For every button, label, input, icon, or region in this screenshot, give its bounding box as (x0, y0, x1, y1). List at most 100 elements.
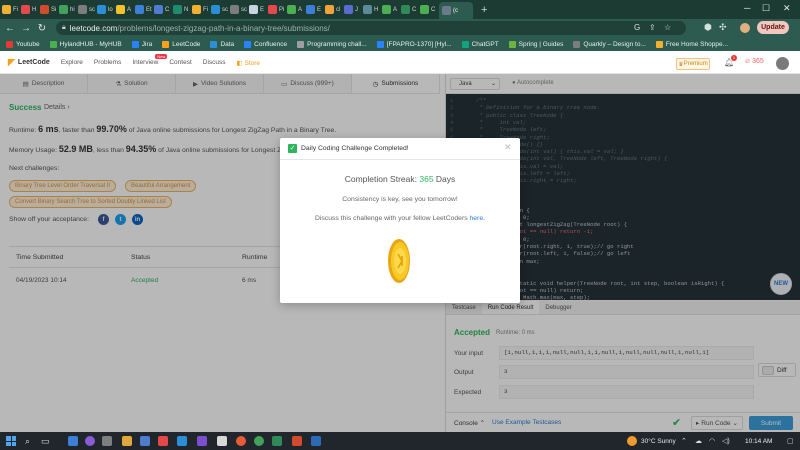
browser-tab[interactable]: C (154, 2, 171, 17)
user-avatar[interactable] (776, 57, 789, 70)
browser-tab[interactable]: C (420, 2, 437, 17)
browser-tab[interactable]: A (116, 2, 133, 17)
task-view-icon[interactable]: ▭ (41, 436, 51, 446)
bookmark-item[interactable]: Quarkly – Design to... (573, 40, 646, 48)
browser-tab[interactable]: A (287, 2, 304, 17)
browser-tab[interactable]: C (401, 2, 418, 17)
bookmark-item[interactable]: [FPAPRO-1370] [Hyl... (376, 40, 452, 48)
back-icon[interactable]: ← (4, 23, 16, 34)
bookmark-item[interactable]: Youtube (6, 40, 40, 48)
tab-favicon-icon (173, 5, 182, 14)
modal-header: ✓ Daily Coding Challenge Completed! ✕ (280, 138, 520, 160)
streak-counter[interactable]: 🔥︎ 365 (745, 58, 764, 66)
teams-app-icon[interactable] (85, 436, 95, 446)
leetcode-logo[interactable]: ◤ LeetCode (8, 57, 50, 68)
reload-icon[interactable]: ↻ (36, 23, 48, 34)
tab-favicon-icon (2, 5, 11, 14)
browser-tab[interactable]: cl (325, 2, 342, 17)
zoom-app-icon[interactable] (68, 436, 78, 446)
browser-tab[interactable]: Fi (192, 2, 209, 17)
google-lens-icon[interactable]: G (634, 23, 640, 32)
browser-tab[interactable]: A (382, 2, 399, 17)
file-explorer-icon[interactable] (122, 436, 132, 446)
tab-favicon-icon (401, 5, 410, 14)
bookmark-favicon-icon (131, 40, 139, 48)
volume-icon[interactable]: ◁) (722, 437, 730, 445)
browser-tab[interactable]: N (173, 2, 190, 17)
browser-tab[interactable]: E (249, 2, 266, 17)
browser-profile-avatar[interactable] (740, 23, 750, 33)
browser-tab[interactable]: E (306, 2, 323, 17)
bookmarks-bar: Youtube HylandHUB - MyHUB Jira LeetCode Data… (0, 37, 800, 51)
windows-start-icon[interactable] (6, 436, 16, 446)
discuss-here-link[interactable]: here (470, 215, 484, 222)
tab-label: Si (51, 6, 57, 13)
bookmark-item[interactable]: Free Home Shoppe... (655, 40, 728, 48)
browser-tab[interactable]: H (21, 2, 38, 17)
app-icon[interactable] (272, 436, 282, 446)
tray-chevron-icon[interactable]: ⌃ (681, 437, 687, 445)
browser-tab[interactable]: sc (78, 2, 95, 17)
app-icon[interactable] (292, 436, 302, 446)
forward-icon[interactable]: → (20, 23, 32, 34)
bookmark-item[interactable]: Data (210, 40, 234, 48)
nav-store[interactable]: ◧ Store (237, 59, 261, 67)
app-icon[interactable] (102, 436, 112, 446)
url-omnibox[interactable]: 🔒︎ leetcode.com/problems/longest-zigzag-… (56, 21, 686, 35)
nav-problems[interactable]: Problems (94, 59, 121, 66)
bookmark-star-icon[interactable]: ☆ (664, 23, 671, 32)
bookmark-favicon-icon (655, 40, 663, 48)
wifi-icon[interactable]: ◠ (709, 437, 715, 445)
puzzle-icon[interactable]: ✣ (719, 22, 727, 33)
browser-tab[interactable]: lo (97, 2, 114, 17)
notification-center-icon[interactable]: ▢ (787, 437, 794, 445)
vscode-icon[interactable] (177, 436, 187, 446)
premium-button[interactable]: ♛ Premium (676, 58, 710, 70)
browser-tab[interactable]: (c (439, 2, 473, 19)
close-icon[interactable]: ✕ (504, 142, 512, 153)
bookmark-item[interactable]: Programming chall... (297, 40, 367, 48)
nav-contest[interactable]: Contest (169, 59, 191, 66)
browser-tab[interactable]: Fi (2, 2, 19, 17)
browser-tab[interactable]: sc (211, 2, 228, 17)
minimize-icon[interactable]: ─ (744, 3, 750, 13)
browser-tab[interactable]: Et (135, 2, 152, 17)
app-icon[interactable] (217, 436, 227, 446)
nav-interview[interactable]: Interview New (132, 54, 168, 66)
weather-widget[interactable]: 30°C Sunny (641, 438, 676, 445)
extension-icon[interactable]: ⬢ (704, 22, 712, 33)
app-icon[interactable] (236, 436, 246, 446)
browser-tab[interactable]: J (344, 2, 361, 17)
maximize-icon[interactable]: ☐ (762, 3, 770, 14)
bookmark-item[interactable]: LeetCode (162, 40, 200, 48)
new-tab-icon[interactable]: + (481, 4, 487, 16)
bookmark-item[interactable]: Confluence (244, 40, 287, 48)
browser-tab[interactable]: H (363, 2, 380, 17)
leetcode-logo-icon: ◤ (8, 57, 15, 67)
search-icon[interactable]: ⌕ (25, 436, 35, 446)
url-text: leetcode.com/problems/longest-zigzag-pat… (69, 23, 330, 33)
system-clock[interactable]: 10:14 AM (745, 438, 772, 445)
browser-tab[interactable]: hi (59, 2, 76, 17)
tab-label: H (32, 6, 37, 13)
browser-tab[interactable]: sc (230, 2, 247, 17)
outlook-icon[interactable] (140, 436, 150, 446)
share-icon[interactable]: ⇪ (649, 23, 656, 32)
nav-discuss[interactable]: Discuss (203, 59, 226, 66)
chrome-icon[interactable] (254, 436, 264, 446)
app-icon[interactable] (158, 436, 168, 446)
browser-tab[interactable]: Pi (268, 2, 285, 17)
app-icon[interactable] (311, 436, 321, 446)
close-window-icon[interactable]: ✕ (783, 3, 791, 14)
bookmark-item[interactable]: HylandHUB - MyHUB (49, 40, 122, 48)
tab-label: C (165, 6, 170, 13)
update-button[interactable]: Update (757, 21, 789, 34)
visual-studio-icon[interactable] (197, 436, 207, 446)
bookmark-item[interactable]: Jira (131, 40, 152, 48)
onedrive-icon[interactable]: ☁︎ (695, 437, 702, 445)
bookmark-item[interactable]: ChatGPT (461, 40, 499, 48)
browser-tab[interactable]: Si (40, 2, 57, 17)
gold-coin-icon (388, 239, 410, 283)
bookmark-item[interactable]: Spring | Guides (508, 40, 563, 48)
nav-explore[interactable]: Explore (61, 59, 83, 66)
